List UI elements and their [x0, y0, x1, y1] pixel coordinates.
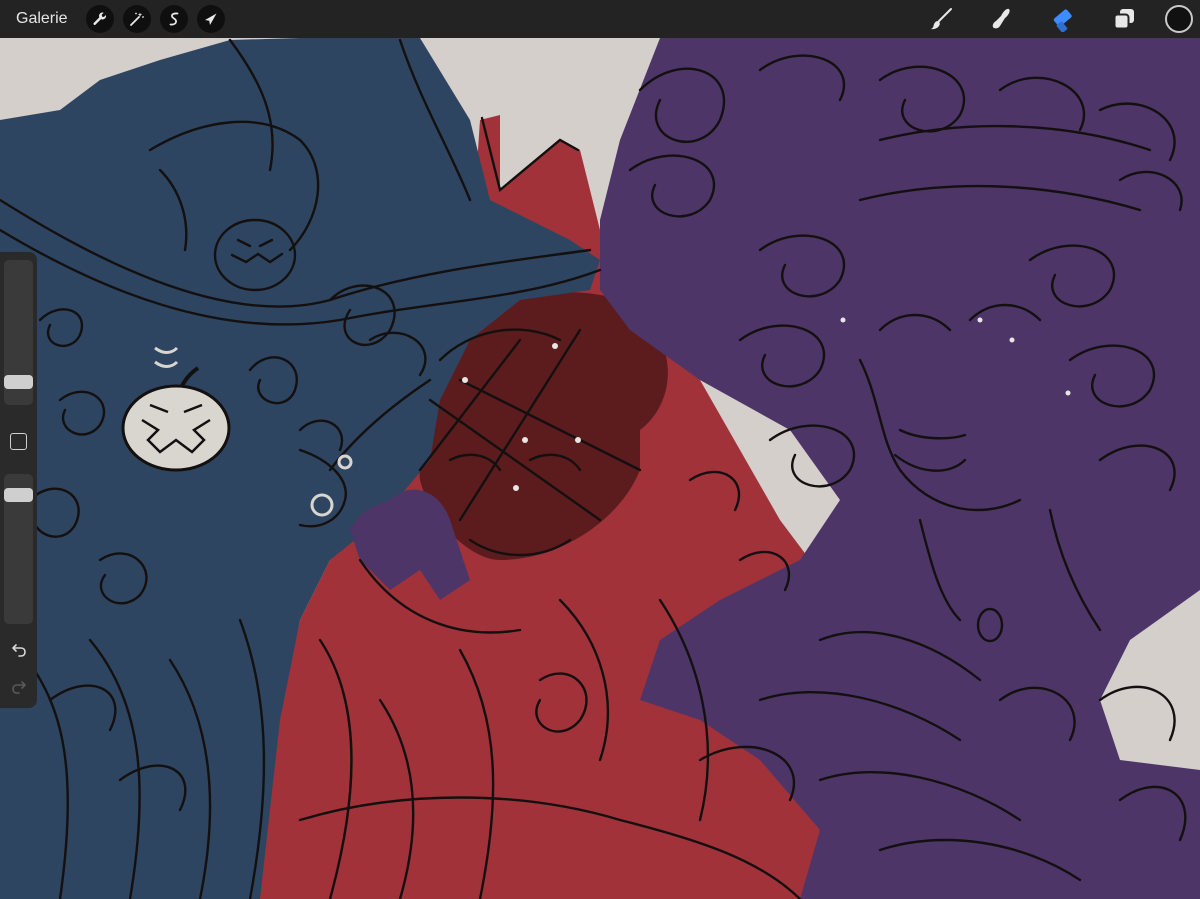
pumpkin-earring [121, 384, 231, 472]
adjustments-button[interactable] [122, 5, 151, 33]
brush-button[interactable] [921, 0, 961, 38]
magic-wand-icon [129, 12, 144, 26]
brush-size-slider[interactable] [4, 260, 33, 405]
smudge-button[interactable] [982, 0, 1022, 38]
redo-icon [12, 681, 26, 694]
actions-button[interactable] [85, 5, 114, 33]
right-tools [921, 0, 1200, 38]
wrench-icon [93, 12, 106, 25]
selection-button[interactable] [159, 5, 188, 33]
opacity-thumb[interactable] [4, 487, 33, 502]
eraser-icon [1053, 9, 1072, 32]
undo-button[interactable] [9, 640, 29, 660]
color-picker[interactable] [1165, 5, 1193, 33]
gallery-button[interactable]: Galerie [16, 10, 68, 28]
transform-button[interactable] [196, 5, 225, 33]
smudge-icon [992, 8, 1010, 29]
redo-button[interactable] [9, 677, 29, 697]
layers-icon [1113, 9, 1134, 30]
artwork [0, 38, 1200, 899]
drawing-canvas[interactable] [0, 38, 1200, 899]
undo-icon [12, 644, 26, 657]
opacity-slider[interactable] [4, 474, 33, 624]
layers-button[interactable] [1104, 0, 1144, 38]
top-toolbar: Galerie [0, 0, 1200, 38]
transform-arrow-icon [204, 13, 217, 25]
eraser-button[interactable] [1043, 0, 1083, 38]
selection-icon [169, 12, 178, 26]
brush-icon [930, 8, 952, 30]
left-sidebar [0, 252, 37, 708]
brush-size-thumb[interactable] [4, 375, 33, 390]
modifier-button[interactable] [10, 433, 27, 450]
